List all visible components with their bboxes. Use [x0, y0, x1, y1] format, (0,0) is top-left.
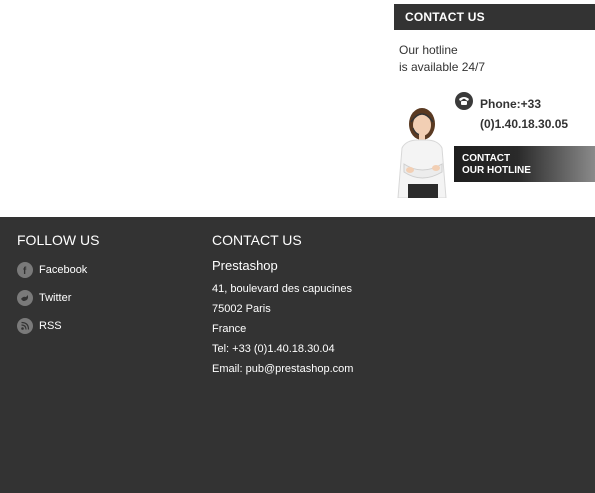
phone-icon [455, 92, 473, 110]
button-line-1: CONTACT [462, 153, 511, 164]
hotline-line-1: Our hotline [399, 43, 458, 57]
phone-line-2: (0)1.40.18.30.05 [480, 117, 569, 131]
page-top-area: CONTACT US Our hotline is available 24/7 [0, 0, 595, 217]
twitter-icon [17, 290, 33, 306]
address-line: France [212, 323, 247, 335]
rss-icon [17, 318, 33, 334]
social-link-label: Facebook [39, 264, 88, 276]
contact-block-title: CONTACT US [394, 4, 595, 30]
follow-us-title: FOLLOW US [17, 232, 100, 248]
contact-email[interactable]: Email: pub@prestashop.com [212, 359, 353, 379]
footer-contact-column: CONTACT US Prestashop 41, boulevard des … [212, 232, 353, 379]
phone-line-1: Phone:+33 [480, 97, 542, 111]
support-agent-image [396, 104, 452, 199]
social-links: f Facebook Twitter RSS [17, 262, 87, 346]
social-link-rss[interactable]: RSS [17, 318, 87, 334]
social-link-facebook[interactable]: f Facebook [17, 262, 87, 278]
contact-phone: Tel: +33 (0)1.40.18.30.04 [212, 343, 335, 355]
hotline-line-2: is available 24/7 [399, 60, 486, 74]
footer-contact-title: CONTACT US [212, 232, 302, 248]
hotline-phone-number: Phone:+33 (0)1.40.18.30.05 [480, 94, 595, 134]
facebook-icon: f [17, 262, 33, 278]
contact-hotline-button[interactable]: CONTACT OUR HOTLINE [454, 146, 595, 182]
hotline-availability-text: Our hotline is available 24/7 [399, 42, 485, 76]
footer: FOLLOW US f Facebook Twitter RSS CONTACT… [0, 217, 595, 493]
social-link-twitter[interactable]: Twitter [17, 290, 87, 306]
address-line: 75002 Paris [212, 303, 271, 315]
svg-text:f: f [23, 266, 27, 277]
company-name: Prestashop [212, 258, 278, 273]
address-line: 41, boulevard des capucines [212, 283, 353, 295]
social-link-label: RSS [39, 320, 62, 332]
social-link-label: Twitter [39, 292, 72, 304]
contact-us-block: CONTACT US Our hotline is available 24/7 [394, 4, 595, 209]
button-line-2: OUR HOTLINE [462, 165, 531, 176]
